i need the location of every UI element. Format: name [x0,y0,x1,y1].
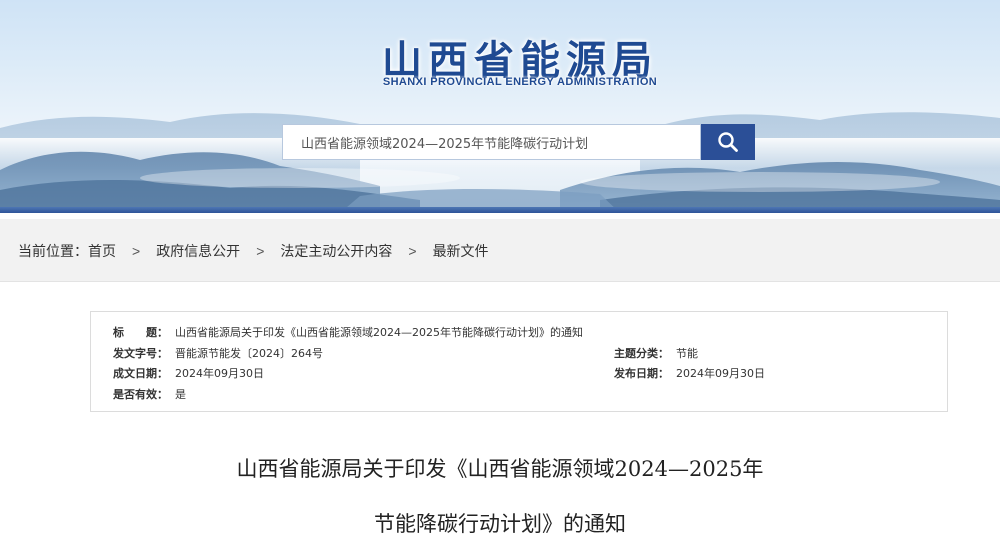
meta-row-doc-no: 发文字号： 晋能源节能发〔2024〕264号 [113,345,323,361]
meta-doc-no-value: 晋能源节能发〔2024〕264号 [175,347,323,360]
search-input[interactable] [282,124,701,160]
meta-published-value: 2024年09月30日 [676,367,765,380]
meta-row-title: 标 题： 山西省能源局关于印发《山西省能源领域2024—2025年节能降碳行动计划… [113,324,583,340]
meta-created-label: 成文日期： [113,367,168,380]
breadcrumb-prefix: 当前位置： [18,244,88,260]
meta-valid-value: 是 [175,388,186,401]
meta-category-value: 节能 [676,347,698,360]
document-title-line-1: 山西省能源局关于印发《山西省能源领域2024—2025年 [236,457,764,481]
meta-row-created: 成文日期： 2024年09月30日 [113,365,264,381]
meta-title-label: 标 题： [113,326,168,339]
document-title-line-2: 节能降碳行动计划》的通知 [374,512,626,536]
breadcrumb-item-latest[interactable]: 最新文件 [433,241,489,261]
meta-row-valid: 是否有效： 是 [113,386,186,402]
breadcrumb-separator: > [408,243,417,259]
breadcrumb-bar: 当前位置： 首页 > 政府信息公开 > 法定主动公开内容 > 最新文件 [0,219,1000,282]
document-meta-table: 标 题： 山西省能源局关于印发《山西省能源领域2024—2025年节能降碳行动计划… [90,311,948,412]
breadcrumb-item-statutory[interactable]: 法定主动公开内容 [280,241,392,261]
breadcrumb-separator: > [132,243,141,259]
meta-row-category: 主题分类： 节能 [614,345,698,361]
meta-category-label: 主题分类： [614,347,669,360]
header-banner: 山西省能源局 SHANXI PROVINCIAL ENERGY ADMINIST… [0,0,1000,213]
meta-title-value: 山西省能源局关于印发《山西省能源领域2024—2025年节能降碳行动计划》的通知 [175,326,583,339]
meta-created-value: 2024年09月30日 [175,367,264,380]
banner-divider [0,207,1000,213]
breadcrumb-item-gov-info[interactable]: 政府信息公开 [156,241,240,261]
meta-row-published: 发布日期： 2024年09月30日 [614,365,765,381]
meta-published-label: 发布日期： [614,367,669,380]
search-icon [718,132,738,152]
site-logo-subtitle: SHANXI PROVINCIAL ENERGY ADMINISTRATION [382,76,658,88]
breadcrumb: 当前位置： 首页 > 政府信息公开 > 法定主动公开内容 > 最新文件 [18,241,489,261]
meta-valid-label: 是否有效： [113,388,168,401]
search-button[interactable] [701,124,755,160]
breadcrumb-item-home[interactable]: 首页 [88,241,116,261]
breadcrumb-separator: > [256,243,265,259]
meta-doc-no-label: 发文字号： [113,347,168,360]
